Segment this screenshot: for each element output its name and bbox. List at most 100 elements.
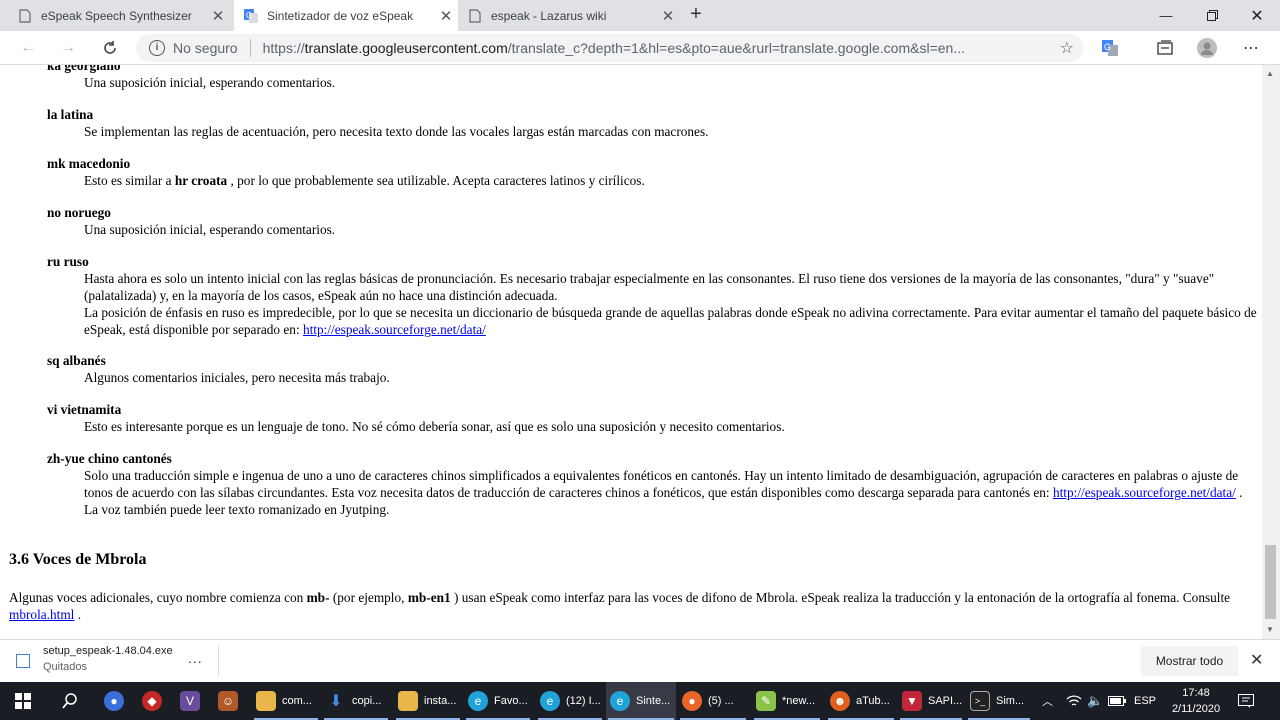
entry-ru: ru ruso Hasta ahora es solo un intento i… [47,253,1257,338]
clock-date: 2/11/2020 [1171,703,1221,715]
url-text[interactable]: https://translate.googleusercontent.com/… [263,40,1033,56]
taskbar-item[interactable]: ☻ aTub... [826,682,896,720]
clock-time: 17:48 [1182,687,1210,699]
folder-icon [256,691,276,711]
show-hidden-icons[interactable]: ︿ [1042,682,1053,720]
firefox-icon: ● [682,691,702,711]
taskbar-pinned-app[interactable]: ☺ [214,682,242,720]
espeak-data-link[interactable]: http://espeak.sourceforge.net/data/ [303,322,486,337]
back-button[interactable]: ← [15,35,41,61]
espeak-data-link[interactable]: http://espeak.sourceforge.net/data/ [1053,485,1236,500]
close-download-bar-icon[interactable]: ✕ [1250,650,1263,670]
taskbar-item[interactable]: ⬇ copi... [322,682,390,720]
entry-term: ka georgiano [47,65,121,73]
taskbar-pinned-app[interactable]: ◆ [138,682,166,720]
info-icon[interactable]: i [149,40,165,56]
translate-icon[interactable]: G [1099,37,1121,59]
new-tab-button[interactable]: + [684,3,708,27]
entry-term: mk macedonio [47,156,131,171]
entry-no: no noruego Una suposición inicial, esper… [47,204,1257,238]
forward-button[interactable]: → [55,35,81,61]
entry-term: ru ruso [47,254,89,269]
scrollbar-thumb[interactable] [1265,545,1276,619]
section-paragraph: Algunas voces adicionales, cuyo nombre c… [9,590,1231,622]
taskbar-item[interactable]: e Favo... [464,682,532,720]
taskbar-item[interactable]: com... [252,682,320,720]
more-menu-icon[interactable]: ⋯ [1240,37,1262,59]
tab-lazarus-wiki[interactable]: espeak - Lazarus wiki ✕ [458,0,680,31]
vertical-scrollbar[interactable]: ▲ ▼ [1262,65,1280,639]
mbrola-link[interactable]: mbrola.html [9,607,74,622]
download-status: Quitados [43,661,88,673]
divider [249,39,251,57]
restore-button[interactable] [1189,0,1235,31]
reload-icon [104,41,116,54]
taskbar-item[interactable]: ▼ SAPI... [898,682,964,720]
tab-espeak-synthesizer[interactable]: eSpeak Speech Synthesizer ✕ [8,0,230,31]
scroll-up-icon[interactable]: ▲ [1266,69,1274,78]
entry-definition: Hasta ahora es solo un intento inicial c… [84,271,1215,303]
taskbar-item[interactable]: e (12) I... [536,682,604,720]
folder-icon [398,691,418,711]
start-button[interactable] [0,682,46,720]
collections-icon[interactable] [1154,37,1176,59]
clock[interactable]: 17:48 2/11/2020 [1168,685,1224,717]
entry-definition: Solo una traducción simple e ingenua de … [84,468,1243,500]
entry-term: sq albanés [47,353,106,368]
tab-title: Sintetizador de voz eSpeak [267,8,414,23]
google-translate-icon: G [244,8,258,23]
scroll-down-icon[interactable]: ▼ [1266,625,1274,634]
taskbar-item-active[interactable]: e Sinte... [606,682,676,720]
taskbar-pinned-app[interactable]: ● [100,682,128,720]
page-content: ka georgiano Una suposición inicial, esp… [0,65,1262,639]
network-icon[interactable] [1066,682,1082,720]
download-arrow-icon: ⬇ [329,693,343,710]
page-icon [18,8,32,23]
taskbar: ● ◆ V ☺ com... ⬇ copi... insta... e Favo..… [0,682,1280,720]
taskbar-item[interactable]: >_ Sim... [966,682,1032,720]
entry-zh-yue: zh-yue chino cantonés Solo una traducció… [47,450,1257,518]
close-icon[interactable]: ✕ [206,7,230,25]
taskbar-item[interactable]: insta... [394,682,462,720]
taskbar-item[interactable]: ● (5) ... [678,682,748,720]
tab-title: espeak - Lazarus wiki [491,8,607,23]
console-icon: >_ [970,691,990,711]
divider [218,646,219,676]
entry-la: la latina Se implementan las reglas de a… [47,106,1257,140]
minimize-button[interactable]: — [1143,0,1189,31]
app-v-icon: V [180,691,200,711]
app-globe-icon: ● [104,691,124,711]
entry-vi: vi vietnamita Esto es interesante porque… [47,401,1257,435]
show-all-button[interactable]: Mostrar todo [1141,646,1238,676]
windows-icon [15,693,31,709]
battery-icon[interactable] [1108,682,1126,720]
download-filename[interactable]: setup_espeak-1.48.04.exe [43,645,173,657]
entry-definition: Una suposición inicial, esperando coment… [84,222,336,237]
entry-definition: Esto es similar a hr croata , por lo que… [84,173,645,188]
entry-sq: sq albanés Algunos comentarios iniciales… [47,352,1257,386]
address-bar[interactable]: i No seguro https://translate.googleuser… [136,34,1084,62]
entry-definition: Algunos comentarios iniciales, pero nece… [84,370,390,385]
star-icon[interactable]: ☆ [1060,38,1074,58]
language-indicator[interactable]: ESP [1134,682,1156,720]
tab-strip: eSpeak Speech Synthesizer ✕ G Sintetizad… [0,0,1280,31]
notifications-icon[interactable] [1238,682,1254,720]
close-window-button[interactable]: ✕ [1234,0,1280,31]
entry-definition: Esto es interesante porque es un lenguaj… [84,419,785,434]
search-icon [62,693,77,709]
edge-icon: e [610,691,630,711]
close-icon[interactable]: ✕ [656,7,680,25]
download-more-button[interactable]: ... [188,650,203,666]
volume-icon[interactable]: 🔈 [1087,682,1103,720]
entry-term: la latina [47,107,94,122]
entry-definition-2: La voz también puede leer texto romaniza… [84,502,390,517]
edge-icon: e [540,691,560,711]
page-icon [468,8,482,23]
close-icon[interactable]: ✕ [434,7,458,25]
taskbar-pinned-app[interactable]: V [176,682,204,720]
search-button[interactable] [56,682,84,720]
taskbar-item[interactable]: ✎ *new... [752,682,822,720]
tab-sintetizador[interactable]: G Sintetizador de voz eSpeak ✕ [234,0,458,31]
profile-avatar-icon[interactable] [1196,37,1218,59]
reload-button[interactable] [97,35,123,61]
